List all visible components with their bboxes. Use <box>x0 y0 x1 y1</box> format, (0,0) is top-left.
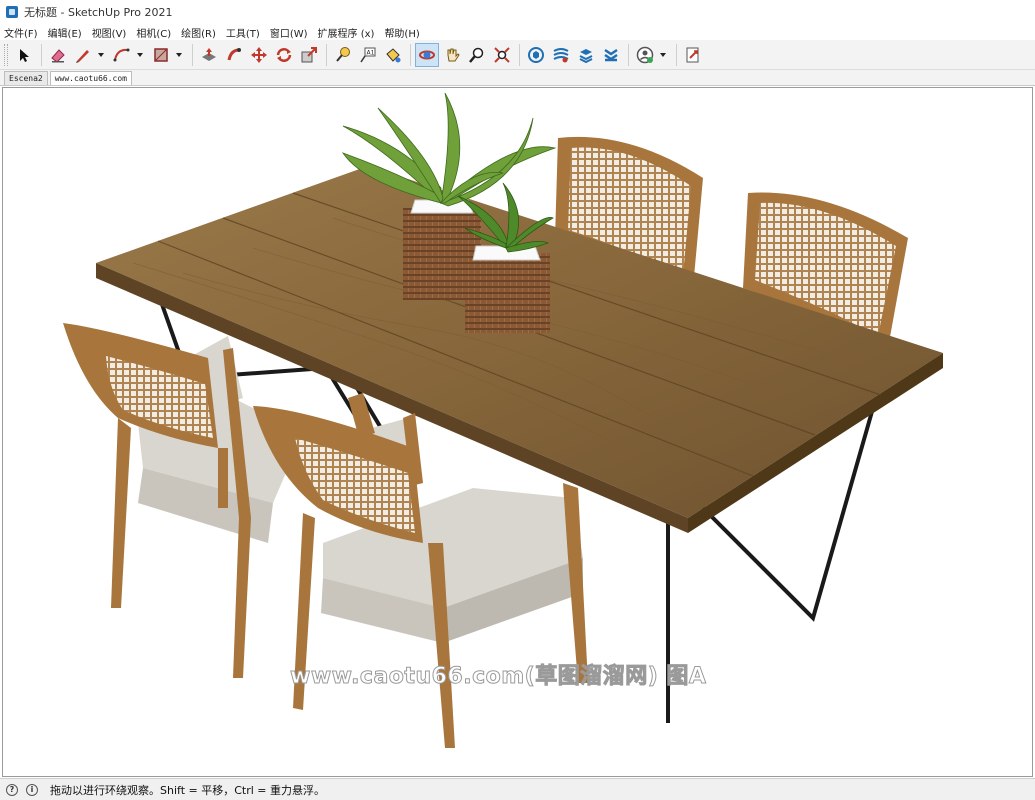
scene-tabs: Escena2 www.caotu66.com <box>0 70 1035 86</box>
tab-caotu66[interactable]: www.caotu66.com <box>49 71 132 85</box>
toolbar-separator <box>192 43 193 66</box>
toolbar-separator <box>410 43 411 66</box>
watermark-text: www.caotu66.com(草图溜溜网) 图A <box>289 664 707 690</box>
tab-escena2[interactable]: Escena2 <box>4 71 48 85</box>
chevron-down-icon <box>137 52 143 57</box>
pencil-line-icon <box>76 49 89 63</box>
toolbar-separator <box>628 43 629 66</box>
menu-tools[interactable]: 工具(T) <box>226 25 260 40</box>
zoom-extents-icon <box>494 46 510 63</box>
move-tool-button[interactable] <box>247 43 271 67</box>
toolbar-separator <box>41 43 42 66</box>
rotate-icon <box>276 47 292 62</box>
paint-bucket-icon <box>386 47 401 62</box>
layout-export-button[interactable] <box>681 43 705 67</box>
tape-measure-icon <box>336 46 350 62</box>
line-tool-button[interactable] <box>71 43 95 67</box>
menu-view[interactable]: 视图(V) <box>92 25 127 40</box>
toolbar-separator <box>326 43 327 66</box>
orbit-icon <box>419 50 435 59</box>
menu-extensions[interactable]: 扩展程序 (x) <box>318 25 375 40</box>
follow-me-tool-button[interactable] <box>222 43 246 67</box>
3d-warehouse-button[interactable] <box>524 43 548 67</box>
line-tool-dropdown[interactable] <box>96 43 106 67</box>
extension-warehouse-button[interactable] <box>549 43 573 67</box>
send-to-layout-icon <box>686 47 699 62</box>
menu-draw[interactable]: 绘图(R) <box>181 25 216 40</box>
arc-tool-button[interactable] <box>110 43 134 67</box>
zoom-icon <box>469 47 484 63</box>
rotate-tool-button[interactable] <box>272 43 296 67</box>
eraser-icon <box>51 48 65 63</box>
paint-bucket-tool-button[interactable] <box>381 43 405 67</box>
select-icon <box>20 48 29 62</box>
help-circle-icon[interactable]: ? <box>6 783 18 796</box>
text-tool-button[interactable]: A1 <box>356 43 380 67</box>
menu-camera[interactable]: 相机(C) <box>136 25 171 40</box>
status-bar: ? i 拖动以进行环绕观察。Shift = 平移，Ctrl = 重力悬浮。 <box>0 778 1035 800</box>
menu-bar: 文件(F) 编辑(E) 视图(V) 相机(C) 绘图(R) 工具(T) 窗口(W… <box>0 24 1035 40</box>
menu-window[interactable]: 窗口(W) <box>270 25 308 40</box>
menu-file[interactable]: 文件(F) <box>4 25 38 40</box>
user-account-button[interactable] <box>633 43 657 67</box>
user-account-icon <box>636 46 654 63</box>
chevron-down-icon <box>98 52 104 57</box>
status-message: 拖动以进行环绕观察。Shift = 平移，Ctrl = 重力悬浮。 <box>50 783 325 797</box>
3d-warehouse-icon <box>528 46 544 63</box>
scale-tool-button[interactable] <box>297 43 321 67</box>
rectangle-tool-button[interactable] <box>149 43 173 67</box>
sketchup-logo-icon <box>6 6 18 18</box>
extension-manager-button[interactable] <box>599 43 623 67</box>
eraser-tool-button[interactable] <box>46 43 70 67</box>
shape-tool-dropdown[interactable] <box>174 43 184 67</box>
toolbar-separator <box>676 43 677 66</box>
tape-measure-tool-button[interactable] <box>331 43 355 67</box>
pan-tool-button[interactable] <box>440 43 464 67</box>
toolbar-grip[interactable] <box>4 43 8 66</box>
chevron-down-icon <box>660 52 666 57</box>
rectangle-icon <box>154 47 168 62</box>
arc-icon <box>113 48 130 61</box>
toolbar-separator <box>519 43 520 66</box>
planter-small <box>457 182 554 333</box>
orbit-tool-button[interactable] <box>415 42 439 67</box>
extension-warehouse-icon <box>553 47 569 62</box>
text-icon: A1 <box>360 47 376 62</box>
info-circle-icon[interactable]: i <box>26 783 38 796</box>
follow-me-icon <box>227 47 241 60</box>
send-to-layout-button[interactable] <box>574 43 598 67</box>
select-tool-button[interactable] <box>12 43 36 67</box>
push-pull-icon <box>202 47 216 61</box>
zoom-tool-button[interactable] <box>465 43 489 67</box>
user-account-dropdown[interactable] <box>658 43 668 67</box>
arc-tool-dropdown[interactable] <box>135 43 145 67</box>
window-title: 无标题 - SketchUp Pro 2021 <box>24 6 173 19</box>
pan-icon <box>447 48 460 61</box>
push-pull-tool-button[interactable] <box>197 43 221 67</box>
move-icon <box>251 46 267 63</box>
scale-icon <box>301 46 317 62</box>
main-toolbar: A1 <box>0 40 1035 70</box>
title-bar: 无标题 - SketchUp Pro 2021 <box>0 0 1035 24</box>
extension-manager-icon <box>604 48 618 61</box>
zoom-extents-tool-button[interactable] <box>490 43 514 67</box>
front-chair-left <box>63 323 303 678</box>
menu-help[interactable]: 帮助(H) <box>384 25 419 40</box>
svg-text:A1: A1 <box>367 49 375 56</box>
layout-icon <box>579 48 593 63</box>
menu-edit[interactable]: 编辑(E) <box>48 25 82 40</box>
chevron-down-icon <box>176 52 182 57</box>
